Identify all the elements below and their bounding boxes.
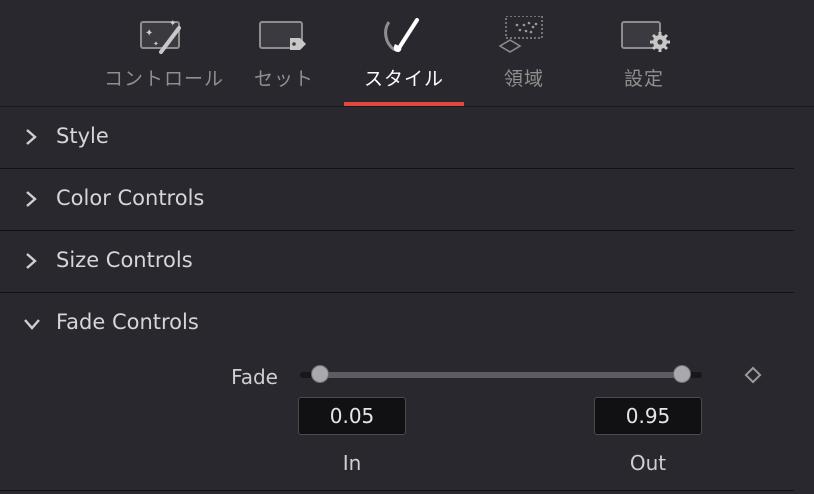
chevron-right-icon xyxy=(26,253,37,269)
tag-icon xyxy=(224,16,344,58)
tab-label: 領域 xyxy=(503,68,544,90)
divider xyxy=(0,490,794,491)
tab-set[interactable]: セット xyxy=(224,0,344,106)
brush-icon xyxy=(344,16,464,58)
section-title: Size Controls xyxy=(56,248,193,272)
section-title: Color Controls xyxy=(56,186,205,210)
fade-out-handle[interactable] xyxy=(672,365,691,383)
tab-label: スタイル xyxy=(363,68,444,90)
keyframe-diamond-icon[interactable] xyxy=(744,366,762,384)
inspector-tab-bar: ✦ ✦ ✦ コントロール セット スタイル 領域 設定 xyxy=(0,0,814,107)
section-title: Style xyxy=(56,124,109,148)
fade-in-label: In xyxy=(342,451,362,475)
svg-text:✦: ✦ xyxy=(169,19,177,29)
fade-out-input[interactable] xyxy=(594,397,702,435)
tab-label: コントロール xyxy=(104,68,225,90)
section-fade-controls[interactable]: Fade Controls xyxy=(0,293,794,354)
section-title: Fade Controls xyxy=(56,310,199,334)
fade-range-fill xyxy=(320,372,682,378)
svg-text:✦: ✦ xyxy=(153,40,159,48)
tab-label: 設定 xyxy=(623,68,664,90)
region-icon xyxy=(464,16,584,58)
gear-icon xyxy=(584,16,704,58)
chevron-down-icon xyxy=(24,319,40,330)
chevron-right-icon xyxy=(26,191,37,207)
scrollbar[interactable] xyxy=(794,107,814,494)
fade-in-input[interactable] xyxy=(298,397,406,435)
tab-controls[interactable]: ✦ ✦ ✦ コントロール xyxy=(104,0,224,106)
svg-text:✦: ✦ xyxy=(145,28,153,39)
tab-settings[interactable]: 設定 xyxy=(584,0,704,106)
chevron-right-icon xyxy=(26,129,37,145)
tab-region[interactable]: 領域 xyxy=(464,0,584,106)
tab-label: セット xyxy=(253,68,314,90)
section-style[interactable]: Style xyxy=(0,107,794,169)
magic-wand-icon: ✦ ✦ ✦ xyxy=(104,16,224,58)
active-tab-indicator xyxy=(344,102,464,106)
tab-style[interactable]: スタイル xyxy=(344,0,464,106)
fade-out-label: Out xyxy=(629,451,667,475)
section-size-controls[interactable]: Size Controls xyxy=(0,231,794,293)
fade-label: Fade xyxy=(231,365,278,389)
fade-in-handle[interactable] xyxy=(311,365,330,383)
section-color-controls[interactable]: Color Controls xyxy=(0,169,794,231)
